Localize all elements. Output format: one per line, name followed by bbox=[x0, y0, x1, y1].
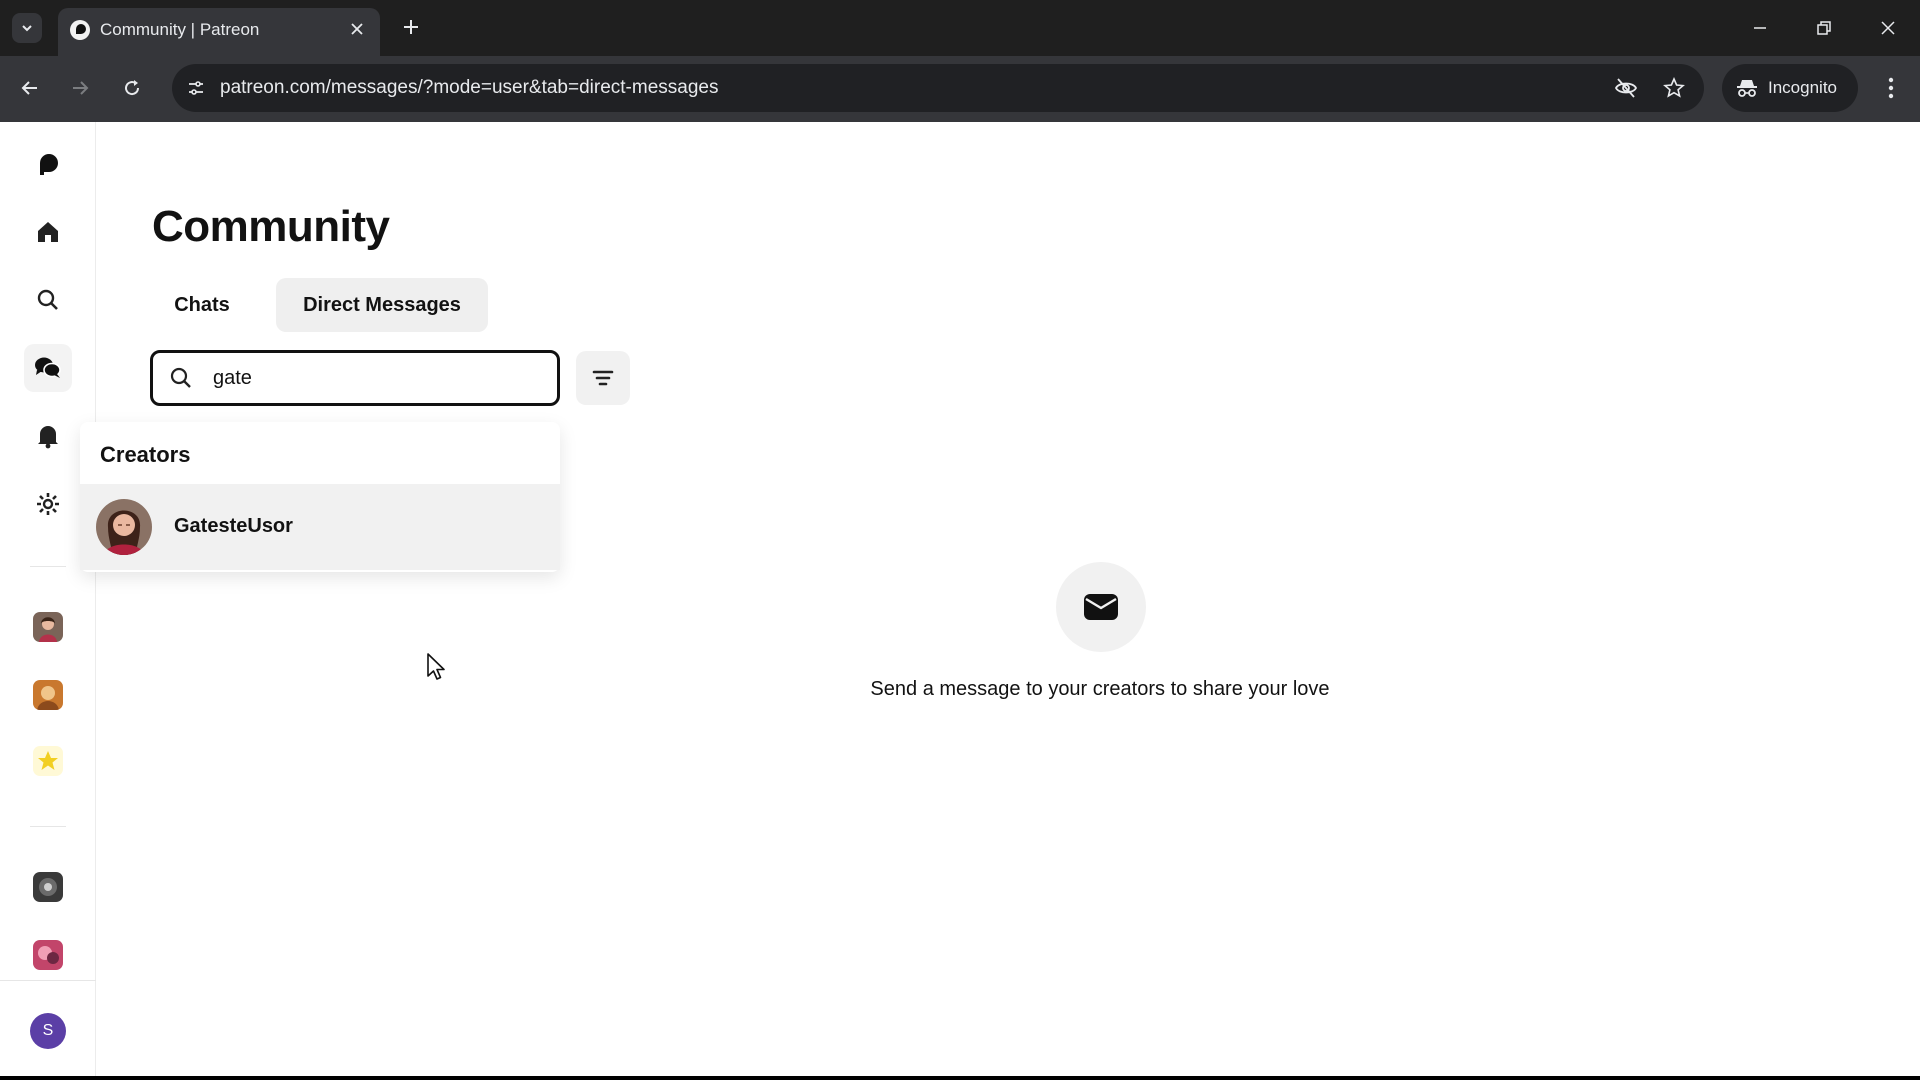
restore-button[interactable] bbox=[1804, 10, 1844, 46]
tab-direct-messages[interactable]: Direct Messages bbox=[276, 278, 488, 332]
incognito-icon bbox=[1737, 80, 1757, 97]
search-icon bbox=[37, 289, 58, 310]
sidebar-creator-avatar-1[interactable] bbox=[33, 612, 63, 642]
new-tab-button[interactable] bbox=[396, 12, 426, 42]
incognito-label: Incognito bbox=[1768, 78, 1837, 97]
envelope-icon bbox=[1084, 594, 1118, 620]
creator-avatar bbox=[96, 499, 152, 555]
mouse-cursor-icon bbox=[427, 653, 445, 680]
incognito-indicator[interactable]: Incognito bbox=[1722, 64, 1858, 112]
tab-close-button[interactable] bbox=[344, 16, 370, 42]
browser-chrome: Community | Patreon patreon.com/messages… bbox=[0, 0, 1920, 122]
url-text: patreon.com/messages/?mode=user&tab=dire… bbox=[220, 77, 719, 98]
creator-avatar-image bbox=[96, 499, 152, 555]
sidebar: S bbox=[0, 122, 96, 1076]
chevron-down-icon bbox=[22, 25, 32, 32]
home-icon bbox=[38, 222, 58, 242]
arrow-left-icon bbox=[21, 81, 37, 95]
tracking-protection-button[interactable] bbox=[1612, 74, 1640, 102]
sidebar-item-settings[interactable] bbox=[24, 480, 72, 528]
results-heading: Creators bbox=[100, 442, 191, 467]
sidebar-item-search[interactable] bbox=[24, 276, 72, 324]
search-field[interactable] bbox=[150, 350, 560, 406]
creator-name: GatesteUsor bbox=[174, 515, 293, 537]
envelope-icon-circle bbox=[1056, 562, 1146, 652]
forward-button[interactable] bbox=[64, 72, 96, 104]
sidebar-divider bbox=[30, 826, 66, 827]
minimize-icon bbox=[1754, 27, 1766, 29]
gear-icon bbox=[37, 493, 59, 515]
filter-icon bbox=[592, 370, 614, 386]
creator-avatar-image bbox=[33, 872, 63, 902]
sidebar-item-community[interactable] bbox=[24, 344, 72, 392]
star-icon bbox=[1663, 77, 1685, 98]
tab-chats[interactable]: Chats bbox=[152, 278, 252, 332]
sidebar-divider bbox=[30, 566, 66, 567]
patreon-favicon-icon bbox=[70, 20, 90, 40]
main-content: Community Chats Direct Messages Creators… bbox=[80, 122, 1920, 1076]
creator-result-row[interactable]: GatesteUsor bbox=[80, 484, 560, 570]
empty-state: Send a message to your creators to share… bbox=[780, 562, 1420, 722]
profile-avatar[interactable]: S bbox=[30, 1013, 66, 1049]
restore-icon bbox=[1817, 21, 1831, 35]
tab-search-button[interactable] bbox=[12, 13, 42, 43]
browser-menu-button[interactable] bbox=[1876, 72, 1906, 104]
browser-toolbar: patreon.com/messages/?mode=user&tab=dire… bbox=[0, 56, 1920, 122]
plus-icon bbox=[404, 20, 418, 34]
tab-title: Community | Patreon bbox=[100, 20, 260, 39]
search-icon bbox=[170, 367, 191, 388]
sidebar-item-notifications[interactable] bbox=[24, 412, 72, 460]
sidebar-item-home[interactable] bbox=[24, 208, 72, 256]
tab-strip: Community | Patreon bbox=[0, 0, 1920, 56]
sidebar-creator-avatar-3[interactable] bbox=[33, 746, 63, 776]
browser-tab-active[interactable]: Community | Patreon bbox=[58, 8, 380, 56]
page-content: S Community Chats Direct Messages Creato… bbox=[0, 122, 1920, 1076]
page-title: Community bbox=[152, 202, 390, 251]
reload-icon bbox=[125, 80, 140, 96]
patreon-logo-icon bbox=[40, 154, 58, 175]
sidebar-creator-avatar-5[interactable] bbox=[33, 940, 63, 970]
site-info-button[interactable] bbox=[182, 74, 210, 102]
bell-icon bbox=[38, 426, 58, 449]
profile-initial: S bbox=[42, 1022, 54, 1039]
reload-button[interactable] bbox=[116, 72, 148, 104]
search-results-dropdown: Creators GatesteUsor bbox=[80, 422, 560, 572]
filter-button[interactable] bbox=[576, 351, 630, 405]
sidebar-item-logo[interactable] bbox=[24, 140, 72, 188]
close-icon bbox=[351, 23, 363, 35]
sidebar-creator-avatar-2[interactable] bbox=[33, 680, 63, 710]
creator-avatar-image bbox=[33, 680, 63, 710]
search-input[interactable] bbox=[213, 363, 543, 393]
eye-off-icon bbox=[1614, 78, 1638, 98]
creator-avatar-image bbox=[33, 612, 63, 642]
screen-bottom-edge bbox=[0, 1076, 1920, 1080]
creator-avatar-image bbox=[33, 746, 63, 776]
back-button[interactable] bbox=[14, 72, 46, 104]
address-bar[interactable]: patreon.com/messages/?mode=user&tab=dire… bbox=[172, 64, 1704, 112]
arrow-right-icon bbox=[73, 81, 89, 95]
close-icon bbox=[1881, 21, 1895, 35]
sidebar-creator-avatar-4[interactable] bbox=[33, 872, 63, 902]
minimize-button[interactable] bbox=[1740, 10, 1780, 46]
more-vertical-icon bbox=[1888, 77, 1894, 99]
close-window-button[interactable] bbox=[1868, 10, 1908, 46]
chat-bubbles-icon bbox=[35, 357, 61, 378]
empty-state-message: Send a message to your creators to share… bbox=[870, 678, 1330, 700]
creator-avatar-image bbox=[33, 940, 63, 970]
bookmark-button[interactable] bbox=[1660, 74, 1688, 102]
tune-icon bbox=[189, 81, 203, 95]
sidebar-divider bbox=[0, 980, 96, 981]
